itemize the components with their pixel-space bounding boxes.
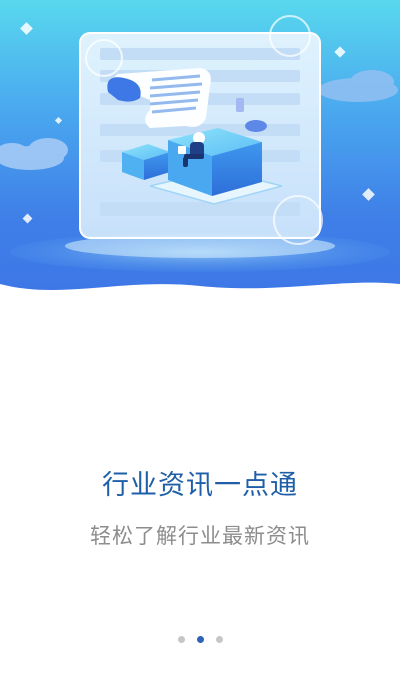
hero-illustration <box>0 0 400 310</box>
cloud-left <box>0 138 68 170</box>
page-dot-3[interactable] <box>215 636 223 643</box>
page-indicator <box>0 636 400 643</box>
cloud-right <box>318 70 398 102</box>
onboarding-subheadline: 轻松了解行业最新资讯 <box>90 524 310 548</box>
page-dot-1[interactable] <box>177 636 185 643</box>
news-illustration <box>0 15 400 310</box>
page-dot-2-active[interactable] <box>196 636 204 643</box>
onboarding-headline: 行业资讯一点通 <box>102 470 298 501</box>
